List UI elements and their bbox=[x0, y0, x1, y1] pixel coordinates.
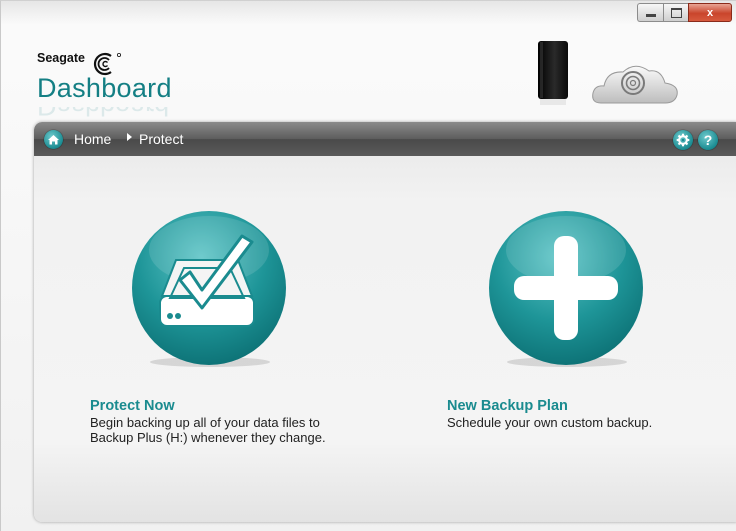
close-icon: x bbox=[706, 6, 714, 19]
app-window: x Seagate Dashboard Dashboard bbox=[0, 0, 736, 531]
protect-now-title[interactable]: Protect Now bbox=[90, 398, 175, 414]
home-button[interactable] bbox=[44, 130, 63, 149]
help-icon: ? bbox=[703, 132, 713, 148]
minimize-icon bbox=[645, 14, 656, 17]
window-top-edge bbox=[1, 1, 736, 25]
app-title-reflection: Dashboard bbox=[37, 107, 169, 121]
app-title: Dashboard bbox=[37, 73, 172, 103]
external-drive-icon bbox=[538, 41, 568, 105]
protect-now-button[interactable] bbox=[130, 210, 288, 368]
maximize-icon bbox=[670, 7, 682, 18]
settings-button[interactable] bbox=[673, 130, 693, 150]
navigation-bar: Home Protect ? bbox=[34, 122, 736, 156]
window-controls: x bbox=[637, 3, 732, 23]
cloud-icon bbox=[592, 65, 678, 104]
minimize-button[interactable] bbox=[637, 3, 663, 22]
protect-now-description: Begin backing up all of your data files … bbox=[90, 415, 326, 445]
help-button[interactable]: ? bbox=[698, 130, 718, 150]
new-backup-plan-description: Schedule your own custom backup. bbox=[447, 415, 653, 430]
brand-name: Seagate bbox=[37, 51, 85, 65]
close-button[interactable]: x bbox=[688, 3, 732, 22]
breadcrumb-current: Protect bbox=[139, 131, 184, 147]
breadcrumb-arrow-icon bbox=[127, 133, 132, 141]
new-backup-plan-button[interactable] bbox=[487, 210, 645, 368]
main-panel: Home Protect ? Protect Now Begin backing… bbox=[34, 122, 736, 522]
home-icon bbox=[48, 135, 59, 145]
maximize-button[interactable] bbox=[663, 3, 688, 22]
new-backup-plan-title[interactable]: New Backup Plan bbox=[447, 398, 568, 414]
breadcrumb-home[interactable]: Home bbox=[74, 131, 111, 147]
gear-icon bbox=[676, 133, 690, 147]
